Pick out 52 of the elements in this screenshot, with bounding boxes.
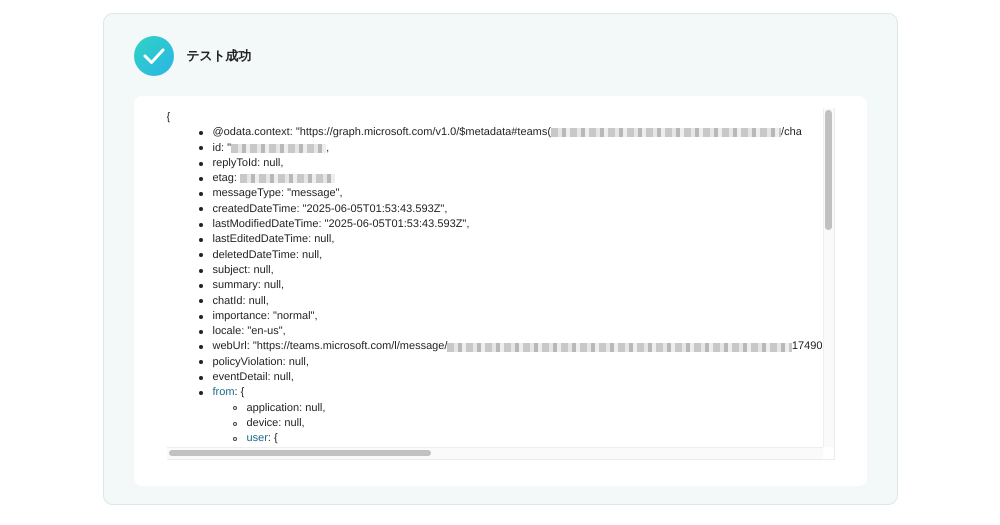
bullet-icon (198, 176, 202, 181)
bullet-icon (232, 422, 236, 426)
json-field: id: " (212, 140, 232, 156)
json-field: summary: null, (212, 278, 284, 294)
json-field: @odata.context: "https://graph.microsoft.com/v1.0/$metadata#teams( (212, 125, 552, 141)
bullet-icon (198, 130, 202, 135)
object-brace: : { (268, 431, 278, 446)
bullet-icon (198, 390, 202, 395)
object-key[interactable]: user (246, 431, 268, 447)
bullet-icon (198, 314, 202, 318)
json-field: device: null, (246, 416, 305, 432)
bullet-icon (232, 406, 236, 410)
bullet-icon (198, 146, 202, 150)
json-field: etag: (212, 171, 240, 186)
bullet-icon (198, 207, 202, 212)
json-field: chatId: null, (212, 294, 269, 309)
bullet-icon (232, 436, 236, 441)
json-field: deletedDateTime: null, (212, 248, 322, 263)
json-field: createdDateTime: "2025-06-05T01:53:43.593Z", (212, 202, 448, 218)
bullet-icon (198, 268, 202, 273)
bullet-icon (198, 238, 202, 242)
json-field: eventDetail: null, (212, 370, 294, 386)
vertical-scrollbar[interactable] (822, 108, 834, 447)
result-title: テスト成功 (186, 48, 252, 65)
json-field: messageType: "message", (212, 186, 343, 202)
object-brace: : { (234, 385, 244, 400)
bullet-icon (198, 299, 202, 304)
bullet-icon (198, 222, 202, 227)
bullet-icon (198, 360, 202, 364)
json-brace: { (166, 111, 170, 123)
object-key[interactable]: from (212, 385, 234, 401)
bullet-icon (198, 345, 202, 350)
json-field-end: /cha (781, 125, 802, 140)
json-field-end: 17490 (792, 339, 822, 354)
json-field: webUrl: "https://teams.microsoft.com/l/message/ (212, 339, 448, 355)
bullet-icon (198, 192, 202, 196)
json-field: lastEditedDateTime: null, (212, 232, 334, 248)
json-field: policyViolation: null, (212, 354, 309, 370)
horizontal-scrollbar[interactable] (166, 446, 822, 459)
json-field: replyToId: null, (212, 156, 284, 172)
json-field-end: , (326, 140, 330, 156)
check-circle-icon (134, 36, 174, 76)
json-field: application: null, (246, 400, 326, 416)
json-field: importance: "normal", (212, 308, 318, 324)
json-field: locale: "en-us", (212, 324, 286, 340)
bullet-icon (198, 330, 202, 334)
json-field: subject: null, (212, 262, 274, 278)
bullet-icon (198, 284, 202, 288)
json-field: lastModifiedDateTime: "2025-06-05T01:53:43.593Z", (212, 217, 470, 232)
bullet-icon (198, 162, 202, 166)
bullet-icon (198, 376, 202, 380)
bullet-icon (198, 253, 202, 258)
